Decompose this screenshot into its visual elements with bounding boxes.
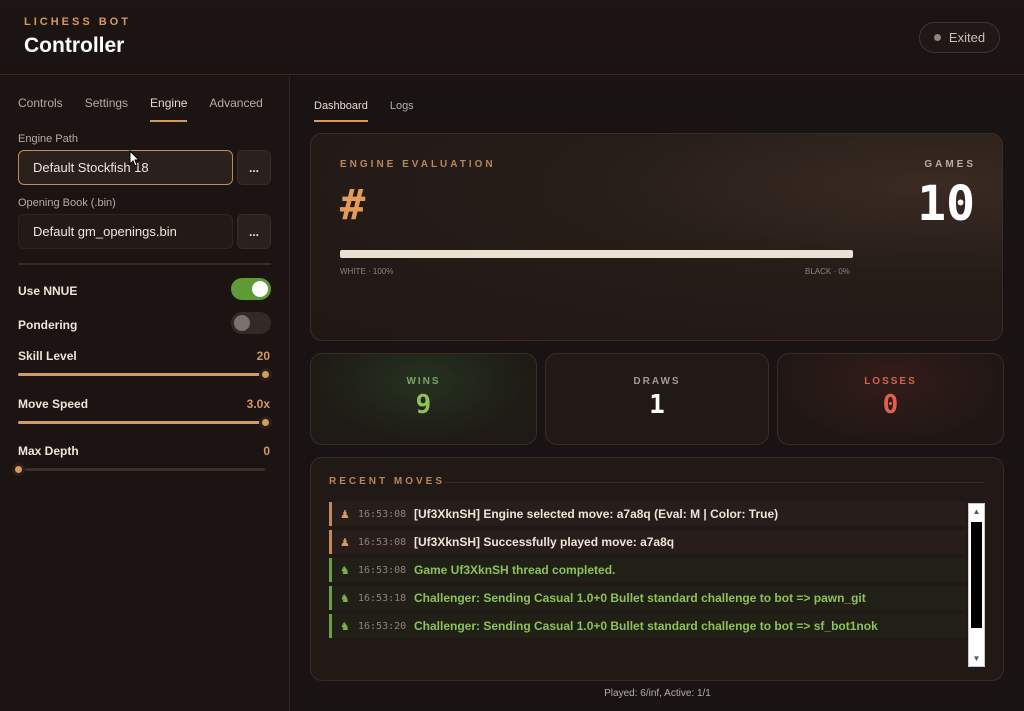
opening-book-label: Opening Book (.bin)	[18, 197, 116, 209]
wins-label: WINS	[406, 376, 441, 387]
use-nnue-toggle[interactable]	[231, 278, 271, 300]
toggle-knob	[252, 281, 268, 297]
scroll-down-icon[interactable]: ▼	[969, 651, 984, 666]
scroll-thumb[interactable]	[971, 522, 982, 628]
wins-value: 9	[415, 390, 432, 420]
log-time: 16:53:18	[358, 592, 407, 604]
knight-icon: ♞	[340, 564, 350, 577]
max-depth-label: Max Depth	[18, 444, 79, 458]
main-panel: Dashboard Logs ENGINE EVALUATION # WHITE…	[291, 76, 1024, 711]
move-speed-label: Move Speed	[18, 397, 89, 411]
list-item: ♟ 16:53:08 [Uf3XknSH] Engine selected move…	[329, 502, 966, 526]
log-time: 16:53:08	[358, 508, 407, 520]
page-title: Controller	[24, 34, 125, 57]
losses-card: LOSSES 0	[777, 353, 1004, 445]
tab-engine[interactable]: Engine	[150, 96, 188, 122]
log-message: Game Uf3XknSH thread completed.	[414, 563, 616, 577]
games-value: 10	[917, 176, 975, 232]
move-speed-slider[interactable]	[18, 416, 272, 429]
losses-value: 0	[882, 390, 899, 420]
mouse-cursor-icon	[129, 150, 141, 167]
pawn-icon: ♟	[340, 536, 350, 549]
slider-thumb[interactable]	[12, 463, 25, 476]
max-depth-slider[interactable]	[12, 463, 265, 476]
list-item: ♞ 16:53:08 Game Uf3XknSH thread completed.	[329, 558, 966, 582]
log-message: [Uf3XknSH] Successfully played move: a7a…	[414, 535, 675, 549]
pondering-label: Pondering	[18, 318, 78, 332]
status-dot-icon	[933, 34, 941, 41]
move-speed-value: 3.0x	[246, 397, 270, 411]
status-text: Exited	[948, 30, 986, 45]
opening-book-browse-button[interactable]: ...	[237, 214, 271, 249]
scroll-up-icon[interactable]: ▲	[969, 504, 984, 519]
pawn-icon: ♟	[340, 508, 350, 521]
slider-fill	[18, 421, 265, 424]
skill-level-slider[interactable]	[18, 368, 272, 381]
log-time: 16:53:08	[358, 536, 407, 548]
log-message: Challenger: Sending Casual 1.0+0 Bullet …	[414, 591, 866, 605]
skill-level-label: Skill Level	[18, 349, 77, 363]
tab-dashboard[interactable]: Dashboard	[314, 100, 368, 122]
draws-card: DRAWS 1	[545, 353, 769, 445]
main-tabs: Dashboard Logs	[314, 100, 436, 122]
tab-advanced[interactable]: Advanced	[209, 96, 262, 122]
recent-moves-list: ♟ 16:53:08 [Uf3XknSH] Engine selected move…	[329, 502, 966, 642]
max-depth-value: 0	[263, 444, 270, 458]
sidebar: Controls Settings Engine Advanced Engine…	[0, 76, 290, 711]
divider	[444, 482, 984, 483]
tab-settings[interactable]: Settings	[85, 96, 128, 122]
losses-label: LOSSES	[864, 376, 917, 387]
knight-icon: ♞	[340, 620, 350, 633]
wins-card: WINS 9	[310, 353, 537, 445]
list-item: ♞ 16:53:20 Challenger: Sending Casual 1.0+…	[329, 614, 966, 638]
log-message: Challenger: Sending Casual 1.0+0 Bullet …	[414, 619, 878, 633]
opening-book-field[interactable]: Default gm_openings.bin	[18, 214, 233, 249]
recent-moves-card: RECENT MOVES ♟ 16:53:08 [Uf3XknSH] Engine …	[310, 457, 1004, 681]
list-item: ♞ 16:53:18 Challenger: Sending Casual 1.0+…	[329, 586, 966, 610]
tab-controls[interactable]: Controls	[18, 96, 63, 122]
toggle-knob	[234, 315, 250, 331]
divider	[18, 263, 271, 265]
games-label: GAMES	[924, 159, 976, 170]
evaluation-black-label: BLACK · 0%	[805, 267, 850, 276]
evaluation-bar-fill	[340, 250, 853, 258]
pondering-toggle[interactable]	[231, 312, 271, 334]
slider-thumb[interactable]	[259, 416, 272, 429]
log-time: 16:53:20	[358, 620, 407, 632]
evaluation-white-label: WHITE · 100%	[340, 267, 394, 276]
brand-label: LICHESS BOT	[24, 16, 131, 28]
engine-path-browse-button[interactable]: ...	[237, 150, 271, 185]
draws-label: DRAWS	[633, 376, 681, 387]
slider-fill	[18, 373, 265, 376]
evaluation-label: ENGINE EVALUATION	[340, 159, 496, 170]
log-message: [Uf3XknSH] Engine selected move: a7a8q (…	[414, 507, 779, 521]
knight-icon: ♞	[340, 592, 350, 605]
list-item: ♟ 16:53:08 [Uf3XknSH] Successfully played …	[329, 530, 966, 554]
recent-moves-title: RECENT MOVES	[329, 476, 446, 487]
tab-logs[interactable]: Logs	[390, 100, 414, 122]
slider-thumb[interactable]	[259, 368, 272, 381]
engine-path-field[interactable]: Default Stockfish 18	[18, 150, 233, 185]
skill-level-value: 20	[256, 349, 270, 363]
engine-evaluation-card: ENGINE EVALUATION # WHITE · 100% BLACK ·…	[310, 133, 1003, 341]
recent-moves-scrollbar[interactable]: ▲ ▼	[968, 503, 985, 667]
draws-value: 1	[649, 390, 665, 420]
footer-status: Played: 6/inf, Active: 1/1	[604, 688, 711, 699]
engine-path-label: Engine Path	[18, 133, 78, 145]
evaluation-bar	[340, 250, 853, 258]
use-nnue-label: Use NNUE	[18, 284, 78, 298]
evaluation-value: #	[340, 180, 366, 229]
sidebar-tabs: Controls Settings Engine Advanced	[18, 96, 285, 122]
app-header: LICHESS BOT Controller Exited	[0, 0, 1024, 75]
status-badge: Exited	[919, 22, 1000, 53]
log-time: 16:53:08	[358, 564, 407, 576]
